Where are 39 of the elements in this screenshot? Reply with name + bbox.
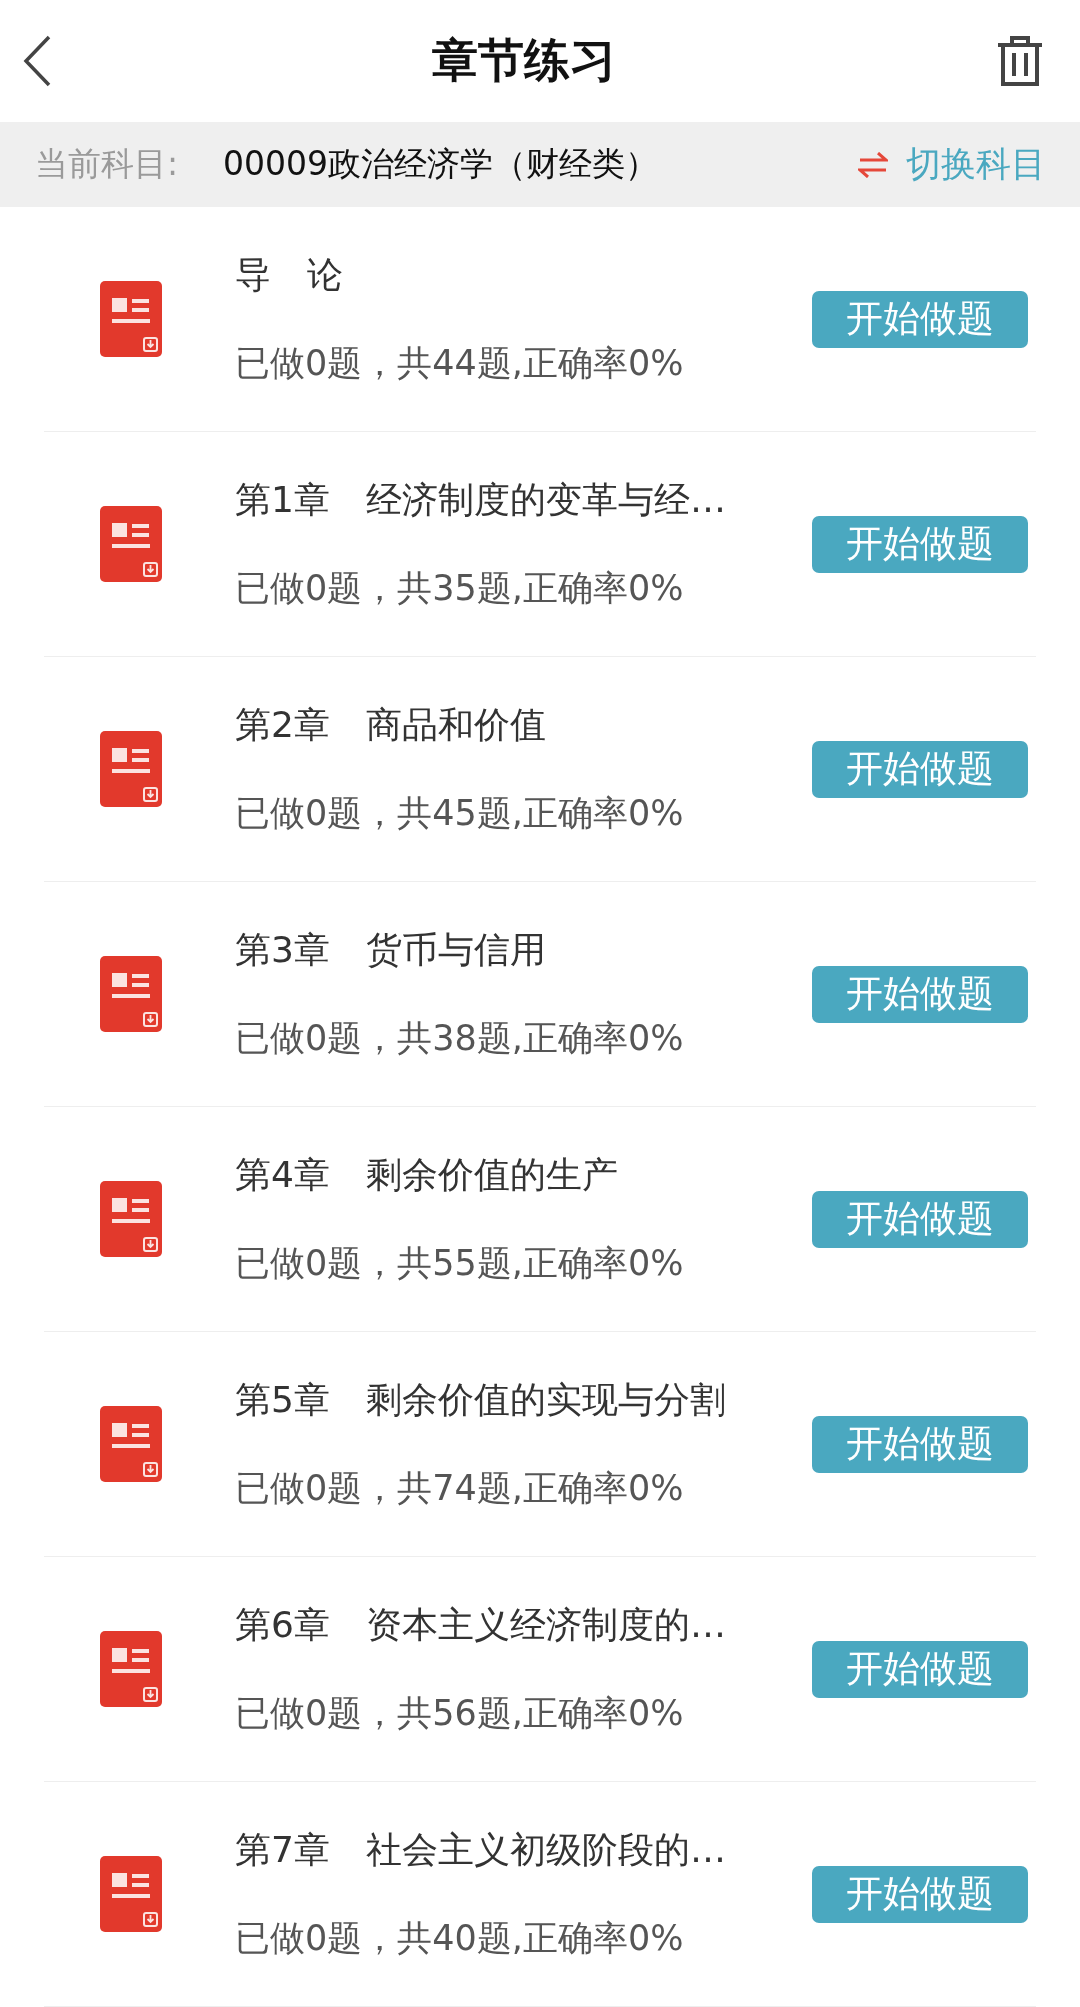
start-button[interactable]: 开始做题 <box>812 1415 1028 1473</box>
chapter-stats: 已做0题，共38题,正确率0% <box>235 1017 685 1060</box>
document-icon <box>100 506 162 582</box>
chapter-title: 第4章 剩余价值的生产 <box>235 1153 619 1197</box>
chapter-stats: 已做0题，共35题,正确率0% <box>235 567 685 610</box>
start-button[interactable]: 开始做题 <box>812 1190 1028 1248</box>
start-button[interactable]: 开始做题 <box>812 965 1028 1023</box>
chapter-title: 第5章 剩余价值的实现与分割 <box>235 1378 727 1422</box>
start-button[interactable]: 开始做题 <box>812 515 1028 573</box>
swap-icon[interactable] <box>858 151 888 178</box>
chapter-stats: 已做0题，共55题,正确率0% <box>235 1242 685 1285</box>
chapter-title: 第3章 货币与信用 <box>235 928 547 972</box>
chapter-stats: 已做0题，共74题,正确率0% <box>235 1467 685 1510</box>
subject-name: 00009政治经济学（财经类） <box>223 143 659 185</box>
chapter-stats: 已做0题，共40题,正确率0% <box>235 1917 685 1960</box>
chapter-stats: 已做0题，共44题,正确率0% <box>235 342 685 385</box>
document-icon <box>100 281 162 357</box>
document-icon <box>100 956 162 1032</box>
subject-label: 当前科目: <box>35 143 180 185</box>
document-icon <box>100 1406 162 1482</box>
document-icon <box>100 1181 162 1257</box>
chapter-title: 第7章 社会主义初级阶段的… <box>235 1828 727 1872</box>
document-icon <box>100 731 162 807</box>
start-button[interactable]: 开始做题 <box>812 1865 1028 1923</box>
document-icon <box>100 1856 162 1932</box>
document-icon <box>100 1631 162 1707</box>
page-title: 章节练习 <box>432 32 616 89</box>
trash-icon[interactable] <box>996 35 1044 87</box>
chapter-title: 导 论 <box>235 253 344 297</box>
chapter-stats: 已做0题，共45题,正确率0% <box>235 792 685 835</box>
chapter-title: 第1章 经济制度的变革与经… <box>235 478 727 522</box>
chapter-title: 第6章 资本主义经济制度的… <box>235 1603 727 1647</box>
start-button[interactable]: 开始做题 <box>812 740 1028 798</box>
back-icon[interactable] <box>22 34 52 88</box>
switch-subject-link[interactable]: 切换科目 <box>906 141 1046 188</box>
chapter-title: 第2章 商品和价值 <box>235 703 547 747</box>
chapter-stats: 已做0题，共56题,正确率0% <box>235 1692 685 1735</box>
start-button[interactable]: 开始做题 <box>812 290 1028 348</box>
start-button[interactable]: 开始做题 <box>812 1640 1028 1698</box>
